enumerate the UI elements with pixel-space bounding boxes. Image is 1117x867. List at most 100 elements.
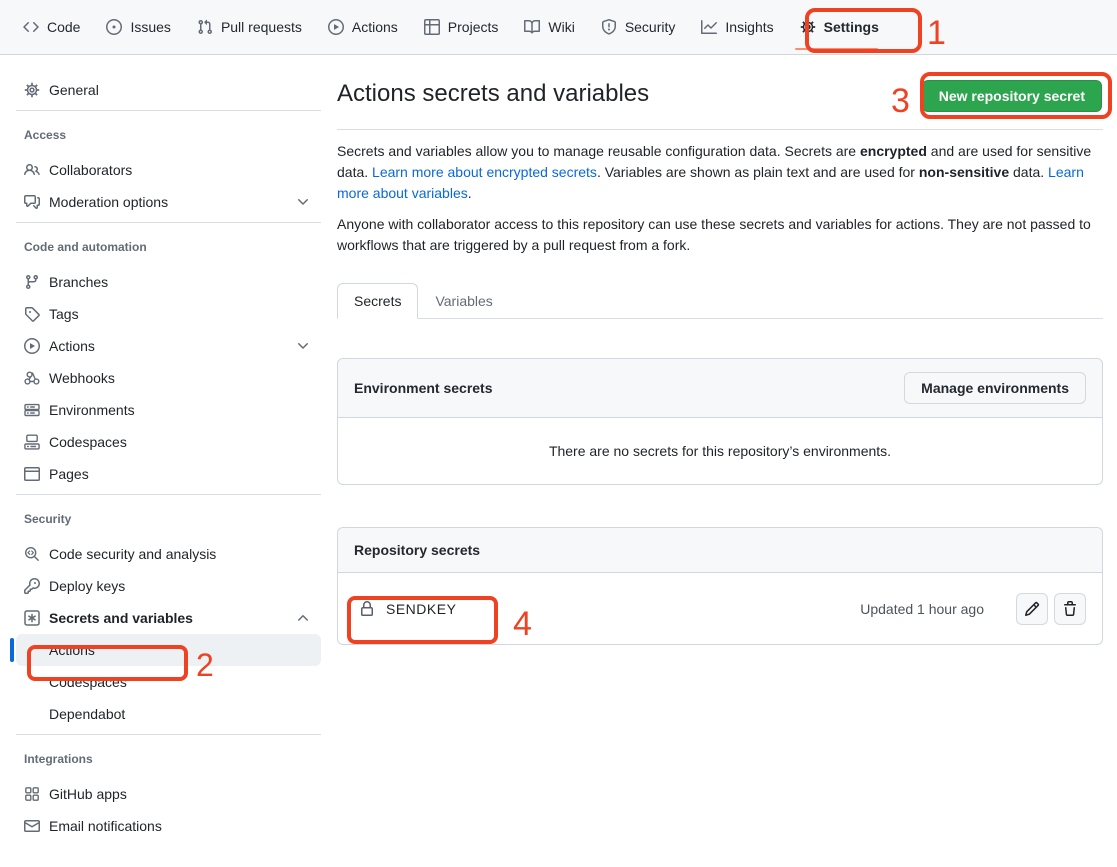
- sidebar-item-label: Moderation options: [49, 194, 168, 210]
- new-repository-secret-button[interactable]: New repository secret: [922, 80, 1102, 112]
- tab-secrets[interactable]: Secrets: [337, 283, 418, 319]
- tab-insights[interactable]: Insights: [688, 0, 786, 54]
- issue-opened-icon: [106, 19, 122, 35]
- edit-secret-button[interactable]: [1016, 593, 1048, 625]
- sidebar-item-environments[interactable]: Environments: [16, 394, 321, 426]
- environment-secrets-panel: Environment secrets Manage environments …: [337, 358, 1103, 485]
- chevron-down-icon: [295, 338, 311, 354]
- comment-discussion-icon: [24, 194, 40, 210]
- sidebar-section-security: Security: [16, 495, 321, 538]
- tab-security[interactable]: Security: [588, 0, 689, 54]
- sidebar-item-label: Deploy keys: [49, 578, 125, 594]
- secret-updated-timestamp: Updated 1 hour ago: [860, 601, 984, 617]
- description-bold-non-sensitive: non-sensitive: [919, 164, 1009, 180]
- sidebar-item-actions[interactable]: Actions: [16, 330, 321, 362]
- repository-secrets-header: Repository secrets: [338, 528, 1102, 573]
- sidebar-subitem-actions[interactable]: Actions: [16, 634, 321, 666]
- secret-name: SENDKEY: [354, 601, 456, 617]
- codespaces-icon: [24, 434, 40, 450]
- repository-secrets-title: Repository secrets: [354, 542, 480, 558]
- tab-wiki[interactable]: Wiki: [511, 0, 587, 54]
- tab-label: Security: [625, 19, 676, 35]
- sidebar-section-access: Access: [16, 111, 321, 154]
- mail-icon: [24, 818, 40, 834]
- main-content: Actions secrets and variables New reposi…: [337, 56, 1103, 645]
- environment-secrets-header: Environment secrets Manage environments: [338, 359, 1102, 418]
- tab-label: Issues: [130, 19, 170, 35]
- environment-secrets-title: Environment secrets: [354, 380, 493, 396]
- play-icon: [328, 19, 344, 35]
- secret-name-label: SENDKEY: [386, 601, 456, 617]
- tab-variables[interactable]: Variables: [418, 283, 509, 319]
- tab-label: Pull requests: [221, 19, 302, 35]
- sidebar-item-github-apps[interactable]: GitHub apps: [16, 778, 321, 810]
- sidebar-item-code-security[interactable]: Code security and analysis: [16, 538, 321, 570]
- sidebar-item-general[interactable]: General: [16, 74, 321, 106]
- shield-icon: [601, 19, 617, 35]
- tab-label: Settings: [824, 19, 879, 35]
- sidebar-section-integrations: Integrations: [16, 735, 321, 778]
- git-branch-icon: [24, 274, 40, 290]
- environment-secrets-empty-message: There are no secrets for this repository…: [338, 418, 1102, 484]
- graph-icon: [701, 19, 717, 35]
- sidebar-item-tags[interactable]: Tags: [16, 298, 321, 330]
- tab-label: Code: [47, 19, 80, 35]
- sidebar-item-label: Actions: [49, 338, 95, 354]
- github-repo-settings-page: Code Issues Pull requests Actions Projec…: [0, 0, 1117, 867]
- page-description: Secrets and variables allow you to manag…: [337, 141, 1103, 256]
- lock-icon: [359, 601, 375, 617]
- repository-secrets-panel: Repository secrets SENDKEY Updated 1 hou…: [337, 527, 1103, 645]
- tab-label: Wiki: [548, 19, 574, 35]
- tab-projects[interactable]: Projects: [411, 0, 512, 54]
- sidebar-subitem-dependabot[interactable]: Dependabot: [16, 698, 321, 730]
- description-paragraph-2: Anyone with collaborator access to this …: [337, 214, 1103, 256]
- sidebar-item-codespaces[interactable]: Codespaces: [16, 426, 321, 458]
- sidebar-item-branches[interactable]: Branches: [16, 266, 321, 298]
- secrets-variables-tabnav: Secrets Variables: [337, 283, 1103, 319]
- tab-pull-requests[interactable]: Pull requests: [184, 0, 315, 54]
- description-paragraph-1: Secrets and variables allow you to manag…: [337, 141, 1103, 204]
- settings-sidebar: General Access Collaborators Moderation …: [0, 56, 337, 842]
- sidebar-item-label: Codespaces: [49, 434, 127, 450]
- tab-settings[interactable]: Settings: [787, 0, 892, 54]
- book-icon: [524, 19, 540, 35]
- sidebar-item-pages[interactable]: Pages: [16, 458, 321, 490]
- tag-icon: [24, 306, 40, 322]
- git-pull-request-icon: [197, 19, 213, 35]
- trash-icon: [1062, 601, 1078, 617]
- description-text: Secrets and variables allow you to manag…: [337, 143, 860, 159]
- sidebar-item-secrets-and-variables[interactable]: Secrets and variables: [16, 602, 321, 634]
- pencil-icon: [1024, 601, 1040, 617]
- sidebar-item-label: Branches: [49, 274, 108, 290]
- sidebar-item-label: Webhooks: [49, 370, 115, 386]
- sidebar-item-email-notifications[interactable]: Email notifications: [16, 810, 321, 842]
- sidebar-item-deploy-keys[interactable]: Deploy keys: [16, 570, 321, 602]
- tab-issues[interactable]: Issues: [93, 0, 183, 54]
- browser-icon: [24, 466, 40, 482]
- webhook-icon: [24, 370, 40, 386]
- key-asterisk-icon: [24, 610, 40, 626]
- tab-actions[interactable]: Actions: [315, 0, 411, 54]
- sidebar-section-code-automation: Code and automation: [16, 223, 321, 266]
- repo-tab-nav: Code Issues Pull requests Actions Projec…: [0, 0, 1117, 55]
- tab-label: Actions: [352, 19, 398, 35]
- gear-icon: [800, 19, 816, 35]
- manage-environments-button[interactable]: Manage environments: [904, 372, 1086, 404]
- chevron-down-icon: [295, 194, 311, 210]
- sidebar-item-webhooks[interactable]: Webhooks: [16, 362, 321, 394]
- sidebar-item-label: GitHub apps: [49, 786, 127, 802]
- sidebar-item-moderation-options[interactable]: Moderation options: [16, 186, 321, 218]
- sidebar-item-label: Secrets and variables: [49, 610, 193, 626]
- sidebar-item-collaborators[interactable]: Collaborators: [16, 154, 321, 186]
- sidebar-item-label: Actions: [49, 642, 95, 658]
- learn-more-encrypted-secrets-link[interactable]: Learn more about encrypted secrets: [372, 164, 597, 180]
- tab-code[interactable]: Code: [10, 0, 93, 54]
- delete-secret-button[interactable]: [1054, 593, 1086, 625]
- sidebar-item-label: Code security and analysis: [49, 546, 216, 562]
- chevron-up-icon: [295, 610, 311, 626]
- sidebar-item-label: Dependabot: [49, 706, 125, 722]
- people-icon: [24, 162, 40, 178]
- sidebar-subitem-codespaces[interactable]: Codespaces: [16, 666, 321, 698]
- code-icon: [23, 19, 39, 35]
- tab-label: Projects: [448, 19, 499, 35]
